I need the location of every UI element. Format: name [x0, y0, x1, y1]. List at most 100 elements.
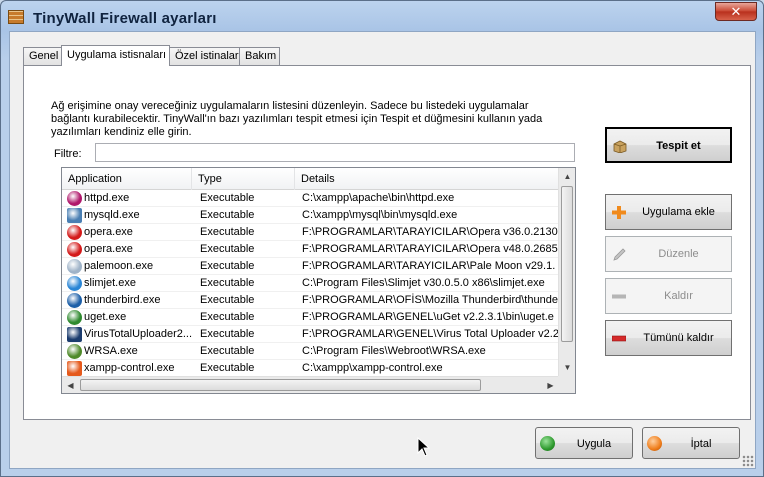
remove-all-icon	[612, 335, 626, 342]
filter-label: Filtre:	[54, 148, 82, 160]
list-item[interactable]: palemoon.exe Executable F:\PROGRAMLAR\TARA…	[62, 258, 559, 275]
application-details: C:\xampp\mysql\bin\mysqld.exe	[302, 209, 458, 221]
application-list[interactable]: Application Type Details httpd.exe Execut…	[61, 167, 576, 394]
description-text: Ağ erişimine onay vereceğiniz uygulamala…	[51, 100, 543, 138]
tab-genel[interactable]: Genel	[23, 47, 63, 65]
vertical-scrollbar[interactable]: ▲ ▼	[558, 168, 575, 376]
thunderbird-icon	[67, 293, 82, 308]
column-header-type[interactable]: Type	[192, 168, 295, 190]
xampp-icon	[67, 361, 82, 376]
list-corner	[558, 376, 575, 393]
scroll-left-arrow-icon[interactable]: ◀	[62, 377, 79, 393]
list-item[interactable]: opera.exe Executable F:\PROGRAMLAR\TARAYIC…	[62, 224, 559, 241]
filter-input[interactable]	[95, 143, 575, 162]
remove-button[interactable]: Kaldır	[605, 278, 732, 314]
pencil-icon	[613, 248, 626, 261]
detect-button[interactable]: Tespit et	[605, 127, 732, 163]
apply-button[interactable]: Uygula	[535, 427, 633, 459]
vertical-scroll-thumb[interactable]	[561, 186, 573, 342]
application-details: C:\xampp\apache\bin\httpd.exe	[302, 192, 455, 204]
application-name: opera.exe	[84, 226, 133, 238]
uget-icon	[67, 310, 82, 325]
list-item[interactable]: mysqld.exe Executable C:\xampp\mysql\bin\m…	[62, 207, 559, 224]
list-item[interactable]: uget.exe Executable F:\PROGRAMLAR\GENEL\uG…	[62, 309, 559, 326]
edit-button-label: Düzenle	[658, 248, 699, 260]
application-name: slimjet.exe	[84, 277, 136, 289]
list-item[interactable]: httpd.exe Executable C:\xampp\apache\bin\h…	[62, 190, 559, 207]
scroll-right-arrow-icon[interactable]: ▶	[542, 377, 559, 393]
application-type: Executable	[200, 345, 255, 357]
application-type: Executable	[200, 294, 255, 306]
list-item[interactable]: WRSA.exe Executable C:\Program Files\Webro…	[62, 343, 559, 360]
application-details: F:\PROGRAMLAR\TARAYICILAR\Opera v36.0.21…	[302, 226, 558, 238]
application-name: opera.exe	[84, 243, 133, 255]
add-application-button[interactable]: Uygulama ekle	[605, 194, 732, 230]
close-button[interactable]: ✕	[715, 2, 757, 21]
opera-icon	[67, 242, 82, 257]
add-application-button-label: Uygulama ekle	[642, 206, 715, 218]
edit-button[interactable]: Düzenle	[605, 236, 732, 272]
scroll-down-arrow-icon[interactable]: ▼	[559, 359, 575, 376]
palemoon-icon	[67, 259, 82, 274]
application-name: mysqld.exe	[84, 209, 140, 221]
application-details: C:\xampp\xampp-control.exe	[302, 362, 443, 374]
horizontal-scroll-thumb[interactable]	[80, 379, 481, 391]
application-type: Executable	[200, 209, 255, 221]
horizontal-scrollbar[interactable]: ◀ ▶	[62, 376, 559, 393]
application-name: xampp-control.exe	[84, 362, 175, 374]
cancel-circle-icon	[647, 436, 662, 451]
list-header: Application Type Details	[62, 168, 559, 190]
tab-uygulama-istisnalari[interactable]: Uygulama istisnaları	[61, 45, 170, 66]
application-type: Executable	[200, 243, 255, 255]
box-icon	[613, 140, 627, 153]
list-rows: httpd.exe Executable C:\xampp\apache\bin\h…	[62, 190, 559, 377]
window-title: TinyWall Firewall ayarları	[33, 10, 217, 27]
application-type: Executable	[200, 260, 255, 272]
cancel-button[interactable]: İptal	[642, 427, 740, 459]
list-item[interactable]: slimjet.exe Executable C:\Program Files\Sl…	[62, 275, 559, 292]
application-name: thunderbird.exe	[84, 294, 161, 306]
slimjet-icon	[67, 276, 82, 291]
window-app-icon	[67, 208, 82, 223]
application-type: Executable	[200, 311, 255, 323]
remove-all-button-label: Tümünü kaldır	[643, 332, 714, 344]
virustotal-icon	[67, 327, 82, 342]
resize-grip[interactable]	[742, 455, 754, 467]
application-details: F:\PROGRAMLAR\OFİS\Mozilla Thunderbird\t…	[302, 294, 558, 306]
application-type: Executable	[200, 192, 255, 204]
application-type: Executable	[200, 277, 255, 289]
list-item[interactable]: thunderbird.exe Executable F:\PROGRAMLAR\O…	[62, 292, 559, 309]
dialog-client-area: Genel Uygulama istisnaları Özel istinala…	[9, 31, 756, 469]
application-name: uget.exe	[84, 311, 127, 323]
title-bar[interactable]: TinyWall Firewall ayarları ✕	[1, 1, 763, 31]
minus-icon	[612, 294, 626, 299]
list-item[interactable]: VirusTotalUploader2... Executable F:\PROGR…	[62, 326, 559, 343]
tab-ozel-istinalar[interactable]: Özel istinalar	[169, 47, 240, 65]
list-item[interactable]: xampp-control.exe Executable C:\xampp\xamp…	[62, 360, 559, 377]
application-details: F:\PROGRAMLAR\TARAYICILAR\Pale Moon v29.…	[302, 260, 556, 272]
application-type: Executable	[200, 328, 255, 340]
application-details: C:\Program Files\Webroot\WRSA.exe	[302, 345, 486, 357]
settings-window: TinyWall Firewall ayarları ✕ Genel Uygul…	[0, 0, 764, 477]
application-details: F:\PROGRAMLAR\GENEL\uGet v2.2.3.1\bin\ug…	[302, 311, 554, 323]
apply-button-label: Uygula	[576, 438, 612, 450]
application-details: F:\PROGRAMLAR\TARAYICILAR\Opera v48.0.26…	[302, 243, 558, 255]
application-details: F:\PROGRAMLAR\GENEL\Virus Total Uploader…	[302, 328, 559, 340]
remove-all-button[interactable]: Tümünü kaldır	[605, 320, 732, 356]
opera-icon	[67, 225, 82, 240]
scroll-up-arrow-icon[interactable]: ▲	[559, 168, 575, 185]
application-name: WRSA.exe	[84, 345, 138, 357]
remove-button-label: Kaldır	[664, 290, 693, 302]
application-name: httpd.exe	[84, 192, 130, 204]
mouse-cursor-icon	[417, 437, 431, 457]
application-name: VirusTotalUploader2...	[84, 328, 192, 340]
list-item[interactable]: opera.exe Executable F:\PROGRAMLAR\TARAYIC…	[62, 241, 559, 258]
tab-panel: Ağ erişimine onay vereceğiniz uygulamala…	[23, 65, 751, 420]
column-header-details[interactable]: Details	[295, 168, 559, 190]
application-details: C:\Program Files\Slimjet v30.0.5.0 x86\s…	[302, 277, 545, 289]
tab-bakim[interactable]: Bakım	[239, 47, 280, 65]
application-type: Executable	[200, 362, 255, 374]
plus-icon	[612, 206, 626, 219]
application-name: palemoon.exe	[84, 260, 154, 272]
column-header-application[interactable]: Application	[62, 168, 192, 190]
